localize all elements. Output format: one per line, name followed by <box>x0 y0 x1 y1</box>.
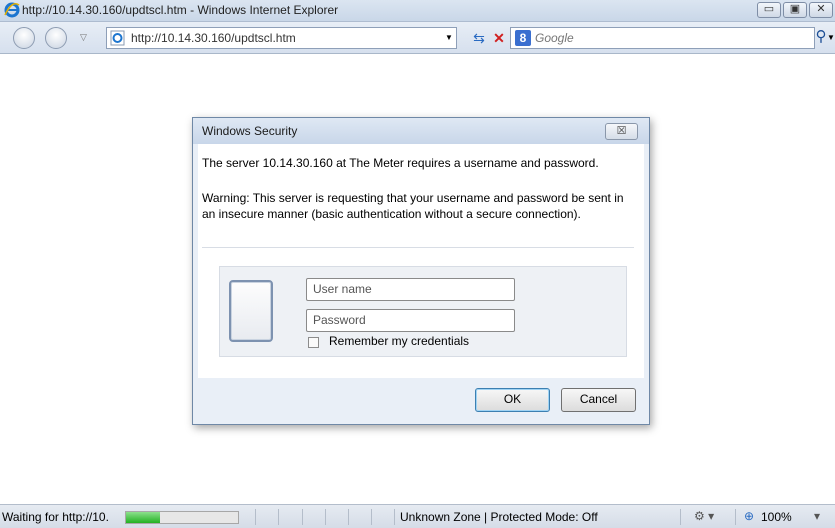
navigation-bar: ▽ http://10.14.30.160/updtscl.htm ▼ ⇆ ✕ … <box>0 22 835 54</box>
refresh-icon: ⇆ <box>473 30 485 46</box>
status-separator <box>348 509 349 525</box>
dialog-titlebar[interactable]: Windows Security ☒ <box>193 118 649 144</box>
username-placeholder: User name <box>313 282 372 296</box>
status-bar: Waiting for http://10. Unknown Zone | Pr… <box>0 504 835 528</box>
close-window-button[interactable]: ✕ <box>809 2 833 18</box>
auth-message: The server 10.14.30.160 at The Meter req… <box>202 156 599 170</box>
divider <box>202 247 634 248</box>
progress-fill <box>126 512 160 523</box>
cancel-button[interactable]: Cancel <box>561 388 636 412</box>
page-icon <box>110 30 125 46</box>
minimize-icon: ▭ <box>763 3 775 15</box>
remember-credentials-checkbox[interactable] <box>308 337 319 348</box>
status-separator <box>302 509 303 525</box>
address-dropdown-icon[interactable]: ▼ <box>445 33 453 42</box>
credential-panel: User name Password Remember my credentia… <box>219 266 627 357</box>
maximize-icon: ▣ <box>789 3 801 15</box>
address-url[interactable]: http://10.14.30.160/updtscl.htm <box>131 31 296 45</box>
search-icon: ⚲ <box>815 28 827 45</box>
address-bar[interactable]: http://10.14.30.160/updtscl.htm <box>106 27 457 49</box>
close-icon: ☒ <box>616 125 627 137</box>
username-field[interactable]: User name <box>306 278 515 301</box>
google-icon: 8 <box>515 30 531 46</box>
loading-progress-bar <box>125 511 239 524</box>
window-title: http://10.14.30.160/updtscl.htm - Window… <box>22 3 339 17</box>
status-separator <box>680 509 681 525</box>
dialog-footer: OK Cancel <box>193 378 649 424</box>
search-box[interactable]: 8 Google <box>510 27 815 49</box>
security-warning: Warning: This server is requesting that … <box>202 191 624 221</box>
dialog-close-button[interactable]: ☒ <box>605 123 638 140</box>
search-placeholder[interactable]: Google <box>535 31 574 45</box>
zoom-level[interactable]: 100% <box>761 510 792 524</box>
status-separator <box>255 509 256 525</box>
security-dialog: Windows Security ☒ The server 10.14.30.1… <box>192 117 650 425</box>
status-separator <box>735 509 736 525</box>
window-titlebar[interactable]: http://10.14.30.160/updtscl.htm - Window… <box>0 0 835 22</box>
status-separator <box>278 509 279 525</box>
status-separator <box>394 509 395 525</box>
stop-button[interactable]: ✕ <box>488 28 510 48</box>
back-button[interactable] <box>13 27 35 49</box>
security-zone[interactable]: Unknown Zone | Protected Mode: Off <box>400 510 598 524</box>
ie-logo-icon <box>4 2 20 18</box>
ok-button[interactable]: OK <box>475 388 550 412</box>
password-placeholder: Password <box>313 313 366 327</box>
dialog-title: Windows Security <box>202 124 298 138</box>
dialog-body: The server 10.14.30.160 at The Meter req… <box>198 144 644 378</box>
zoom-dropdown-icon[interactable]: ▾ <box>814 509 820 523</box>
popup-blocker-icon[interactable]: ⚙ ▾ <box>694 509 714 523</box>
stop-icon: ✕ <box>493 30 505 46</box>
zoom-icon[interactable]: ⊕ <box>744 509 754 523</box>
minimize-button[interactable]: ▭ <box>757 2 781 18</box>
remember-credentials-label[interactable]: Remember my credentials <box>329 334 469 348</box>
search-options-icon[interactable]: ▼ <box>827 33 835 42</box>
maximize-button[interactable]: ▣ <box>783 2 807 18</box>
status-separator <box>371 509 372 525</box>
refresh-button[interactable]: ⇆ <box>468 28 490 48</box>
status-text: Waiting for http://10. <box>2 510 109 524</box>
forward-button[interactable] <box>45 27 67 49</box>
user-tile-icon <box>229 280 273 342</box>
close-icon: ✕ <box>816 3 826 15</box>
password-field[interactable]: Password <box>306 309 515 332</box>
recent-pages-chevron-icon[interactable]: ▽ <box>80 32 87 43</box>
status-separator <box>325 509 326 525</box>
